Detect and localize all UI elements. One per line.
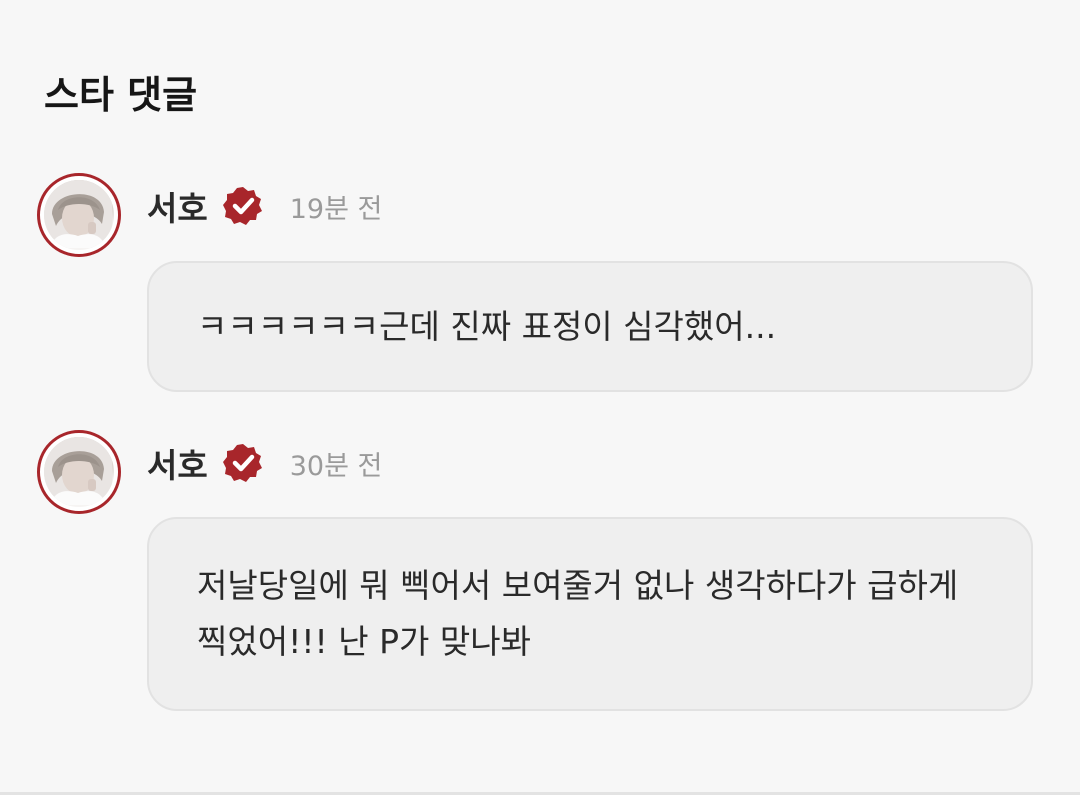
comment-text: 저날당일에 뭐 삑어서 보여줄거 없나 생각하다가 급하게 찍었어!!! 난 P… (197, 566, 959, 661)
author-name[interactable]: 서호 (147, 439, 208, 487)
avatar[interactable] (37, 173, 121, 257)
comment-header: 서호 19분 전 (147, 182, 382, 230)
comment-bubble: 저날당일에 뭐 삑어서 보여줄거 없나 생각하다가 급하게 찍었어!!! 난 P… (147, 517, 1033, 711)
author-name[interactable]: 서호 (147, 182, 208, 230)
verified-badge-icon (222, 444, 262, 482)
section-title: 스타 댓글 (44, 73, 198, 117)
avatar[interactable] (37, 430, 121, 514)
comment-header: 서호 30분 전 (147, 439, 382, 487)
timestamp: 19분 전 (289, 193, 383, 225)
avatar-photo (44, 437, 112, 505)
comment-bubble: ㅋㅋㅋㅋㅋㅋ근데 진짜 표정이 심각했어... (147, 261, 1033, 392)
avatar-photo (44, 180, 112, 248)
comment-text: ㅋㅋㅋㅋㅋㅋ근데 진짜 표정이 심각했어... (197, 306, 777, 346)
timestamp: 30분 전 (289, 450, 383, 482)
verified-badge-icon (222, 187, 262, 225)
